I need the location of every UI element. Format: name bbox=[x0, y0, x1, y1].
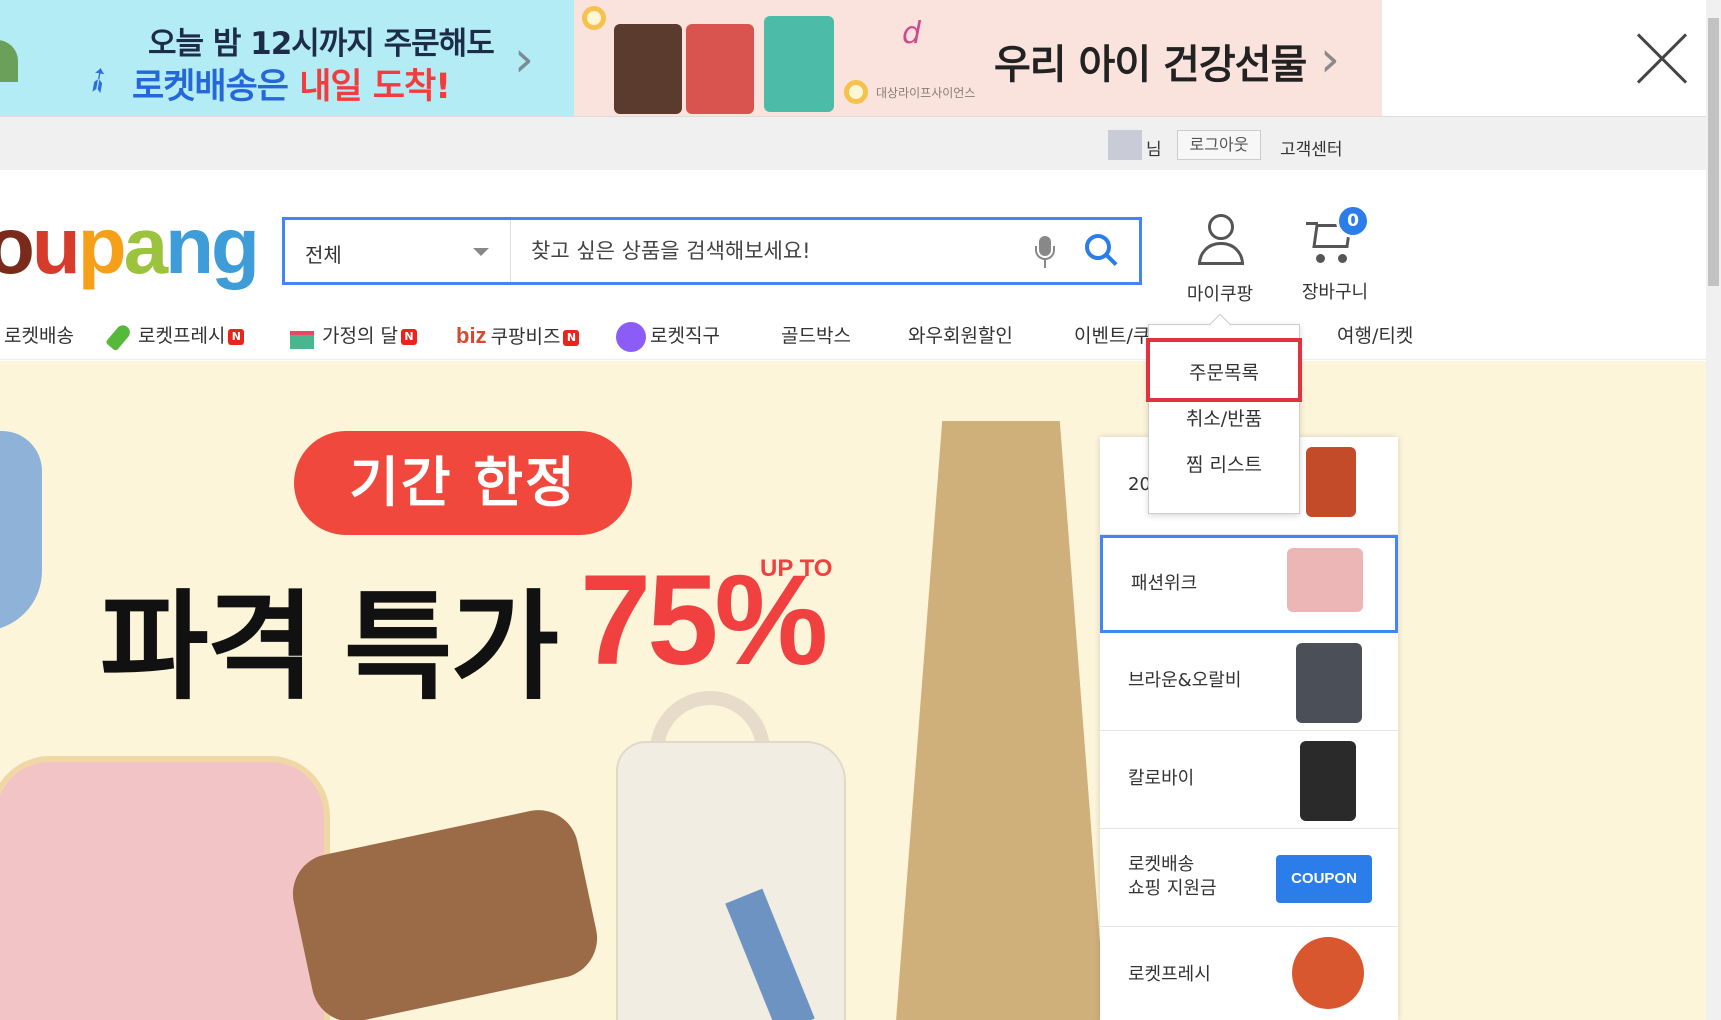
side-item-rocket-fresh[interactable]: 로켓프레시 bbox=[1100, 927, 1398, 1020]
product-thumbnail bbox=[1292, 937, 1364, 1009]
rocket-icon: ➶ bbox=[75, 55, 122, 105]
search-bar: 전체 bbox=[282, 217, 1142, 285]
category-select-value: 전체 bbox=[305, 243, 342, 267]
mycoupang-dropdown: 주문목록 취소/반품 찜 리스트 bbox=[1148, 324, 1300, 514]
top-utility-bar: 님 로그아웃 고객센터 bbox=[0, 116, 1706, 170]
product-box-image bbox=[764, 16, 834, 112]
flower-decoration bbox=[844, 80, 868, 104]
honorific-label: 님 bbox=[1146, 140, 1162, 160]
ad-line2: 로켓배송은 내일 도착! bbox=[132, 67, 451, 107]
ad-title: 우리 아이 건강선물 bbox=[994, 42, 1307, 88]
chevron-right-icon: › bbox=[1320, 30, 1340, 88]
microphone-icon[interactable] bbox=[1035, 236, 1055, 270]
mycoupang-button[interactable]: 마이쿠팡 bbox=[1168, 208, 1272, 308]
side-item-fashion-week[interactable]: 패션위크 bbox=[1100, 535, 1398, 633]
menu-item-wishlist[interactable]: 찜 리스트 bbox=[1149, 445, 1299, 485]
scrollbar-thumb[interactable] bbox=[1708, 18, 1719, 286]
product-photo-shirt bbox=[0, 756, 330, 1020]
nav-item-wow-discount[interactable]: 와우회원할인 bbox=[908, 316, 1013, 356]
search-input[interactable] bbox=[513, 220, 1033, 282]
cart-label: 장바구니 bbox=[1301, 282, 1369, 303]
new-badge: N bbox=[228, 328, 245, 345]
chevron-right-icon: › bbox=[514, 30, 534, 88]
nav-item-travel-ticket[interactable]: 여행/티켓 bbox=[1337, 316, 1413, 356]
gift-icon bbox=[286, 323, 318, 351]
user-name-masked bbox=[1108, 130, 1142, 160]
side-item-braun-oralb[interactable]: 브라운&오랄비 bbox=[1100, 633, 1398, 731]
rocket-icon bbox=[104, 322, 134, 352]
rocket-delivery-ad-banner[interactable]: 오늘 밤 12시까지 주문해도 ➶ 로켓배송은 내일 도착! › bbox=[0, 0, 574, 116]
customer-center-link[interactable]: 고객센터 bbox=[1280, 135, 1343, 160]
coupon-button[interactable]: COUPON bbox=[1276, 855, 1372, 903]
side-item-calobye[interactable]: 칼로바이 bbox=[1100, 731, 1398, 829]
rocket-jikgu-icon bbox=[616, 321, 646, 352]
product-box-image bbox=[686, 24, 754, 114]
nav-item-rocket-delivery[interactable]: 로켓배송 bbox=[4, 316, 74, 356]
promo-headline: 파격 특가 bbox=[100, 582, 559, 714]
product-thumbnail bbox=[1296, 643, 1362, 723]
search-icon[interactable] bbox=[1085, 234, 1121, 270]
promo-upto: UP TO bbox=[760, 555, 833, 582]
product-box-image bbox=[614, 24, 682, 114]
nav-item-family-month[interactable]: 가정의 달N bbox=[286, 316, 417, 356]
menu-item-cancel-return[interactable]: 취소/반품 bbox=[1149, 399, 1299, 439]
side-item-rocket-coupon[interactable]: 로켓배송 쇼핑 지원금 COUPON bbox=[1100, 829, 1398, 927]
logout-button[interactable]: 로그아웃 bbox=[1177, 130, 1261, 160]
flower-decoration bbox=[582, 6, 606, 30]
ad-brand: 대상라이프사이언스 bbox=[876, 86, 976, 100]
nav-item-rocket-fresh[interactable]: 로켓프레시 N bbox=[104, 316, 245, 356]
menu-item-order-list[interactable]: 주문목록 bbox=[1149, 353, 1299, 393]
leaf-decoration bbox=[0, 40, 18, 82]
promo-side-list: 20 패션위크 브라운&오랄비 칼로바이 로켓배송 쇼핑 지원금 COUPON … bbox=[1100, 437, 1398, 1020]
person-icon bbox=[1196, 214, 1246, 268]
new-badge: N bbox=[563, 329, 580, 346]
nav-item-events[interactable]: 이벤트/쿠 bbox=[1074, 316, 1150, 356]
scrollbar[interactable] bbox=[1706, 0, 1721, 1020]
product-thumbnail bbox=[1306, 447, 1356, 517]
product-photo-skirt bbox=[896, 421, 1106, 1020]
product-photo-sandal bbox=[285, 802, 605, 1020]
brand-logo: d bbox=[902, 16, 922, 51]
mycoupang-label: 마이쿠팡 bbox=[1186, 284, 1254, 305]
promo-banner[interactable]: 기간 한정 파격 특가 75% UP TO bbox=[0, 361, 1706, 1020]
ad-line1: 오늘 밤 12시까지 주문해도 bbox=[148, 26, 495, 62]
nav-item-rocket-jikgu[interactable]: 로켓직구 bbox=[616, 316, 720, 356]
cart-button[interactable]: 0 장바구니 bbox=[1290, 204, 1380, 304]
category-nav: 로켓배송 로켓프레시 N 가정의 달N biz 쿠팡비즈 N 로켓직구 골드박스 와우… bbox=[0, 316, 1706, 360]
promo-pill: 기간 한정 bbox=[294, 431, 632, 535]
cart-count-badge: 0 bbox=[1336, 204, 1370, 238]
biz-logo: biz bbox=[456, 323, 487, 348]
nav-item-goldbox[interactable]: 골드박스 bbox=[781, 316, 851, 356]
nav-item-coupang-biz[interactable]: biz 쿠팡비즈 N bbox=[456, 316, 580, 356]
page: 오늘 밤 12시까지 주문해도 ➶ 로켓배송은 내일 도착! › d 대상라이프… bbox=[0, 0, 1721, 1020]
product-photo-bag bbox=[616, 741, 846, 1020]
product-thumbnail bbox=[1300, 741, 1356, 821]
product-photo-denim bbox=[0, 431, 42, 631]
product-thumbnail bbox=[1287, 548, 1363, 612]
caret-down-icon bbox=[473, 248, 489, 256]
coupang-logo[interactable]: oupang bbox=[0, 196, 260, 296]
kids-health-gift-ad-banner[interactable]: d 대상라이프사이언스 우리 아이 건강선물 › bbox=[574, 0, 1382, 116]
category-select[interactable]: 전체 bbox=[285, 220, 511, 282]
close-icon[interactable] bbox=[1634, 30, 1690, 86]
new-badge: N bbox=[400, 328, 417, 345]
